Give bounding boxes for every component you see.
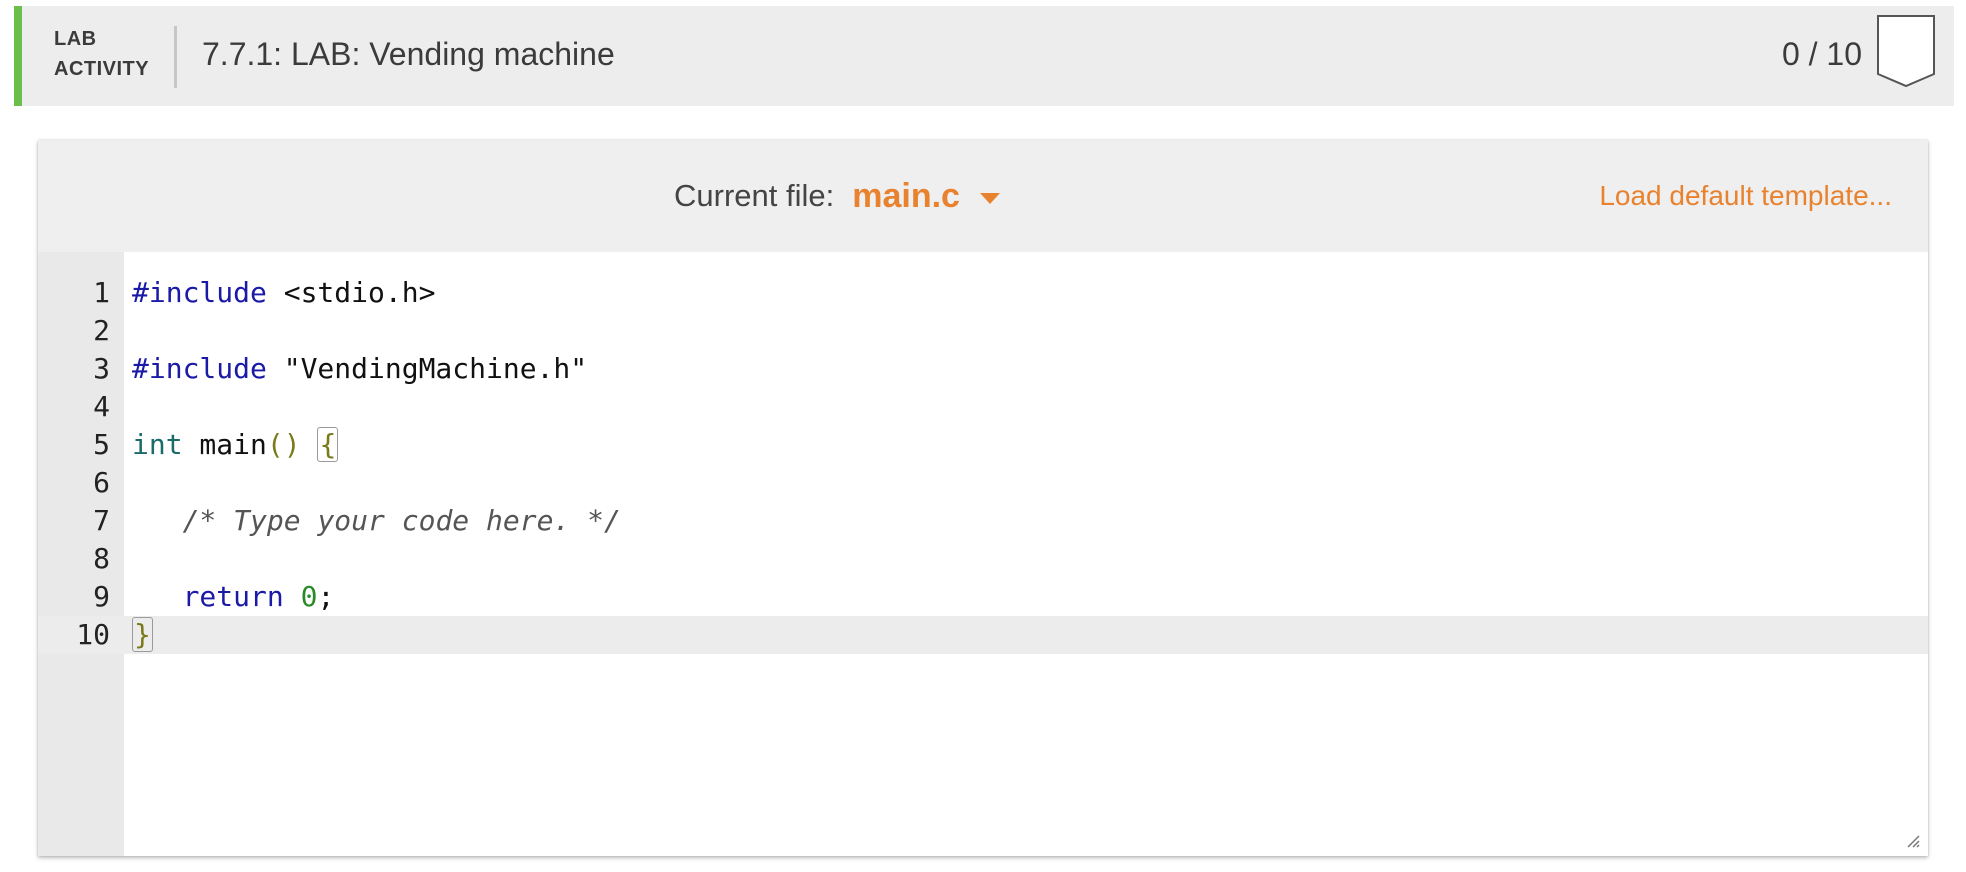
code-token: return bbox=[182, 580, 284, 613]
code-line[interactable]: 7 /* Type your code here. */ bbox=[38, 502, 1928, 540]
code-line[interactable]: 3 #include "VendingMachine.h" bbox=[38, 350, 1928, 388]
line-number: 10 bbox=[76, 618, 110, 651]
code-token: #include bbox=[132, 276, 267, 309]
line-number: 9 bbox=[93, 580, 110, 613]
current-file-name[interactable]: main.c bbox=[852, 177, 960, 216]
code-token: #include bbox=[132, 352, 267, 385]
file-picker[interactable]: Current file: main.c bbox=[674, 176, 1000, 216]
lab-title: 7.7.1: LAB: Vending machine bbox=[202, 36, 615, 72]
header-divider bbox=[174, 26, 177, 88]
editor-toolbar: Current file: main.c Load default templa… bbox=[38, 140, 1928, 252]
lab-header: LAB ACTIVITY 7.7.1: LAB: Vending machine… bbox=[14, 6, 1954, 106]
code-line[interactable]: 1 #include <stdio.h> bbox=[38, 274, 1928, 312]
activity-type: LAB ACTIVITY bbox=[54, 24, 149, 84]
code-editor: Current file: main.c Load default templa… bbox=[38, 140, 1928, 856]
code-token: "VendingMachine.h" bbox=[266, 352, 588, 385]
line-text[interactable]: /* Type your code here. */ bbox=[132, 502, 621, 540]
line-text[interactable]: int main() { bbox=[132, 426, 339, 464]
current-file-label: Current file: bbox=[674, 178, 835, 213]
line-number: 1 bbox=[93, 276, 110, 309]
code-lines[interactable]: 1 #include <stdio.h> 2 3 #include "VendingMa… bbox=[38, 274, 1928, 654]
badge-icon bbox=[1877, 15, 1935, 88]
line-text[interactable]: #include <stdio.h> bbox=[132, 274, 435, 312]
code-line[interactable]: 10} bbox=[38, 616, 1928, 654]
line-number: 3 bbox=[93, 352, 110, 385]
lab-activity-card: LAB ACTIVITY 7.7.1: LAB: Vending machine… bbox=[14, 6, 1954, 872]
code-token: { bbox=[317, 427, 339, 462]
code-token: main bbox=[182, 428, 267, 461]
code-token: /* Type your code here. */ bbox=[182, 504, 621, 537]
activity-type-line2: ACTIVITY bbox=[54, 58, 150, 80]
code-line[interactable]: 4 bbox=[38, 388, 1928, 426]
line-number: 4 bbox=[93, 390, 110, 423]
line-text[interactable]: return 0; bbox=[132, 578, 335, 616]
line-number: 5 bbox=[93, 428, 110, 461]
code-token: () bbox=[266, 428, 301, 461]
code-line[interactable]: 6 bbox=[38, 464, 1928, 502]
code-line[interactable]: 2 bbox=[38, 312, 1928, 350]
code-token: ; bbox=[317, 580, 335, 613]
code-line[interactable]: 9 return 0; bbox=[38, 578, 1928, 616]
line-number: 8 bbox=[93, 542, 110, 575]
code-line[interactable]: 8 bbox=[38, 540, 1928, 578]
code-token: <stdio.h> bbox=[266, 276, 436, 309]
lab-score: 0 / 10 bbox=[1781, 36, 1862, 72]
activity-type-line1: LAB bbox=[54, 28, 97, 50]
line-text[interactable]: #include "VendingMachine.h" bbox=[132, 350, 587, 388]
code-line[interactable]: 5 int main() { bbox=[38, 426, 1928, 464]
load-default-template-link[interactable]: Load default template... bbox=[1599, 180, 1892, 212]
line-number: 6 bbox=[93, 466, 110, 499]
code-token: 0 bbox=[300, 580, 318, 613]
chevron-down-icon[interactable] bbox=[979, 192, 1000, 204]
resize-handle-icon[interactable] bbox=[1904, 832, 1920, 848]
line-number: 2 bbox=[93, 314, 110, 347]
code-area[interactable]: 1 #include <stdio.h> 2 3 #include "VendingMa… bbox=[38, 252, 1928, 856]
line-number: 7 bbox=[93, 504, 110, 537]
code-token: } bbox=[132, 617, 153, 652]
code-token: int bbox=[132, 428, 183, 461]
line-text[interactable]: } bbox=[132, 616, 153, 654]
